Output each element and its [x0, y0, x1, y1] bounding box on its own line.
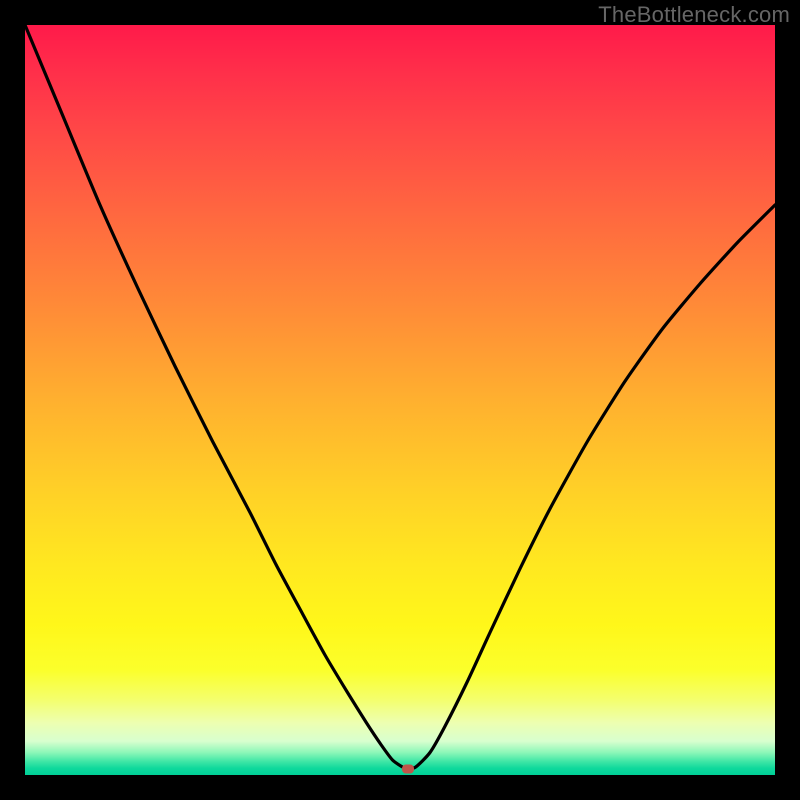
plot-area [25, 25, 775, 775]
current-point-marker [402, 765, 414, 774]
chart-frame: TheBottleneck.com [0, 0, 800, 800]
bottleneck-curve [25, 25, 775, 775]
curve-path [25, 25, 775, 768]
